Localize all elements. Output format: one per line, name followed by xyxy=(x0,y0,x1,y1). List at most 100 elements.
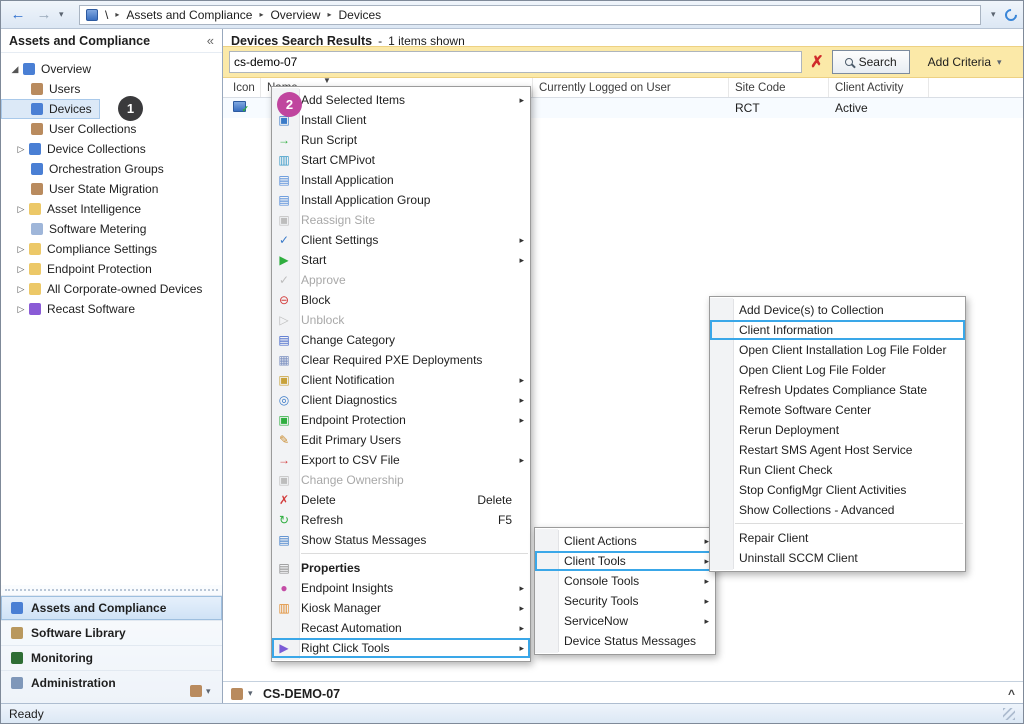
menu-item-rerun-deployment[interactable]: Rerun Deployment xyxy=(710,420,965,440)
sidebar-item-asset-intelligence[interactable]: ▷ Asset Intelligence xyxy=(1,199,149,219)
menu-item-unblock[interactable]: ▷ Unblock xyxy=(272,310,530,330)
collapse-pane-icon[interactable]: « xyxy=(207,33,214,48)
menu-item-security-tools[interactable]: Security Tools ▸ xyxy=(535,591,715,611)
menu-item-add-device-s-to-collection[interactable]: Add Device(s) to Collection xyxy=(710,300,965,320)
computer-icon xyxy=(86,9,98,21)
history-dropdown-icon[interactable]: ▾ xyxy=(59,9,69,20)
menu-item-remote-software-center[interactable]: Remote Software Center xyxy=(710,400,965,420)
collapse-detail-icon[interactable]: ^ xyxy=(1008,687,1015,701)
search-button[interactable]: Search xyxy=(832,50,910,74)
menu-item-console-tools[interactable]: Console Tools ▸ xyxy=(535,571,715,591)
menu-item-endpoint-protection[interactable]: ▣ Endpoint Protection ▸ xyxy=(272,410,530,430)
menu-item-delete[interactable]: ✗ Delete Delete xyxy=(272,490,530,510)
tree-expander-icon[interactable]: ▷ xyxy=(15,204,27,215)
menu-item-install-application[interactable]: ▤ Install Application xyxy=(272,170,530,190)
breadcrumb-item-overview[interactable]: ▸ Overview xyxy=(259,8,320,22)
menu-item-show-collections-advanced[interactable]: Show Collections - Advanced xyxy=(710,500,965,520)
column-header-icon[interactable]: Icon xyxy=(227,78,261,97)
sidebar-item-user-state-migration[interactable]: User State Migration xyxy=(1,179,166,199)
toolbar-dropdown-icon[interactable]: ▾ xyxy=(991,9,1001,20)
submenu-arrow-icon: ▸ xyxy=(519,643,524,654)
menu-item-refresh-updates-compliance-state[interactable]: Refresh Updates Compliance State xyxy=(710,380,965,400)
tree-expander-icon[interactable]: ▷ xyxy=(15,244,27,255)
menu-item-block[interactable]: ⊖ Block xyxy=(272,290,530,310)
menu-item-reassign-site[interactable]: ▣ Reassign Site xyxy=(272,210,530,230)
sidebar-item-device-collections[interactable]: ▷ Device Collections xyxy=(1,139,154,159)
clear-search-icon[interactable]: ✗ xyxy=(810,52,823,72)
workspace-button-monitoring[interactable]: Monitoring xyxy=(1,645,222,670)
sidebar-item-orchestration-groups[interactable]: Orchestration Groups xyxy=(1,159,172,179)
sidebar-item-recast-software[interactable]: ▷ Recast Software xyxy=(1,299,143,319)
breadcrumb-item-assets-and-compliance[interactable]: ▸ Assets and Compliance xyxy=(115,8,252,22)
workspace-options-icon[interactable]: ▾ xyxy=(206,686,216,697)
menu-item-clear-required-pxe-deployments[interactable]: ▦ Clear Required PXE Deployments xyxy=(272,350,530,370)
workspace-button-software-library[interactable]: Software Library xyxy=(1,620,222,645)
menu-item-client-actions[interactable]: Client Actions ▸ xyxy=(535,531,715,551)
breadcrumb-root[interactable]: \ xyxy=(105,8,108,22)
menu-item-repair-client[interactable]: Repair Client xyxy=(710,528,965,548)
sidebar-item-endpoint-protection[interactable]: ▷ Endpoint Protection xyxy=(1,259,160,279)
menu-item-client-settings[interactable]: ✓ Client Settings ▸ xyxy=(272,230,530,250)
add-criteria-button[interactable]: Add Criteria ▾ xyxy=(918,55,1017,69)
menu-item-endpoint-insights[interactable]: ● Endpoint Insights ▸ xyxy=(272,578,530,598)
menu-item-change-ownership[interactable]: ▣ Change Ownership xyxy=(272,470,530,490)
tree-expander-icon[interactable]: ▷ xyxy=(15,304,27,315)
selected-device-icon xyxy=(231,688,243,700)
menu-item-export-to-csv-file[interactable]: → Export to CSV File ▸ xyxy=(272,450,530,470)
menu-item-client-notification[interactable]: ▣ Client Notification ▸ xyxy=(272,370,530,390)
sidebar-item-software-metering[interactable]: Software Metering xyxy=(1,219,154,239)
menu-item-edit-primary-users[interactable]: ✎ Edit Primary Users xyxy=(272,430,530,450)
menu-item-run-script[interactable]: → Run Script xyxy=(272,130,530,150)
column-header-client-activity[interactable]: Client Activity xyxy=(829,78,929,97)
detail-dropdown-icon[interactable]: ▾ xyxy=(248,688,258,699)
submenu-arrow-icon: ▸ xyxy=(519,235,524,246)
menu-item-stop-configmgr-client-activities[interactable]: Stop ConfigMgr Client Activities xyxy=(710,480,965,500)
sidebar-item-all-corporate-owned-devices[interactable]: ▷ All Corporate-owned Devices xyxy=(1,279,210,299)
column-header-site-code[interactable]: Site Code xyxy=(729,78,829,97)
sidebar-item-devices[interactable]: Devices xyxy=(1,99,100,119)
breadcrumb-item-devices[interactable]: ▸ Devices xyxy=(327,8,381,22)
menu-item-right-click-tools[interactable]: ▶ Right Click Tools ▸ xyxy=(272,638,530,658)
sidebar-item-compliance-settings[interactable]: ▷ Compliance Settings xyxy=(1,239,165,259)
menu-item-servicenow[interactable]: ServiceNow ▸ xyxy=(535,611,715,631)
menu-item-start-cmpivot[interactable]: ▥ Start CMPivot xyxy=(272,150,530,170)
menu-item-approve[interactable]: ✓ Approve xyxy=(272,270,530,290)
tree-expander-icon[interactable]: ▷ xyxy=(15,264,27,275)
menu-item-install-client[interactable]: ▣ Install Client xyxy=(272,110,530,130)
menu-item-recast-automation[interactable]: Recast Automation ▸ xyxy=(272,618,530,638)
menu-item-refresh[interactable]: ↻ Refresh F5 xyxy=(272,510,530,530)
menu-item-open-client-log-file-folder[interactable]: Open Client Log File Folder xyxy=(710,360,965,380)
tree-expander-icon[interactable]: ▷ xyxy=(15,284,27,295)
column-header-currently-logged-on-user[interactable]: Currently Logged on User xyxy=(533,78,729,97)
menu-item-restart-sms-agent-host-service[interactable]: Restart SMS Agent Host Service xyxy=(710,440,965,460)
menu-item-label: Install Client xyxy=(301,113,366,127)
menu-item-client-tools[interactable]: Client Tools ▸ xyxy=(535,551,715,571)
sidebar-item-users[interactable]: Users xyxy=(1,79,88,99)
resize-grip[interactable] xyxy=(1003,708,1015,720)
forward-icon[interactable]: → xyxy=(33,6,55,23)
menu-item-install-application-group[interactable]: ▤ Install Application Group xyxy=(272,190,530,210)
refresh-icon[interactable] xyxy=(1003,6,1020,23)
back-icon[interactable]: ← xyxy=(7,6,29,23)
menu-item-label: Edit Primary Users xyxy=(301,433,401,447)
menu-item-start[interactable]: ▶ Start ▸ xyxy=(272,250,530,270)
menu-item-client-diagnostics[interactable]: ◎ Client Diagnostics ▸ xyxy=(272,390,530,410)
menu-item-open-client-installation-log-file-folder[interactable]: Open Client Installation Log File Folder xyxy=(710,340,965,360)
menu-item-properties[interactable]: ▤ Properties xyxy=(272,558,530,578)
sidebar-item-overview[interactable]: ◢ Overview xyxy=(1,59,99,79)
menu-item-change-category[interactable]: ▤ Change Category xyxy=(272,330,530,350)
search-input[interactable] xyxy=(229,51,802,73)
workspace-button-assets-and-compliance[interactable]: Assets and Compliance xyxy=(1,595,222,620)
splitter-handle[interactable] xyxy=(5,589,218,593)
menu-item-client-information[interactable]: Client Information xyxy=(710,320,965,340)
tree-expander-icon[interactable]: ◢ xyxy=(9,64,21,75)
menu-item-device-status-messages[interactable]: Device Status Messages xyxy=(535,631,715,651)
menu-item-kiosk-manager[interactable]: ▥ Kiosk Manager ▸ xyxy=(272,598,530,618)
menu-item-show-status-messages[interactable]: ▤ Show Status Messages xyxy=(272,530,530,550)
workspace-button-administration[interactable]: Administration xyxy=(1,670,222,695)
menu-item-uninstall-sccm-client[interactable]: Uninstall SCCM Client xyxy=(710,548,965,568)
menu-item-add-selected-items[interactable]: + Add Selected Items ▸ xyxy=(272,90,530,110)
tree-expander-icon[interactable]: ▷ xyxy=(15,144,27,155)
menu-item-run-client-check[interactable]: Run Client Check xyxy=(710,460,965,480)
sidebar-item-user-collections[interactable]: User Collections xyxy=(1,119,144,139)
